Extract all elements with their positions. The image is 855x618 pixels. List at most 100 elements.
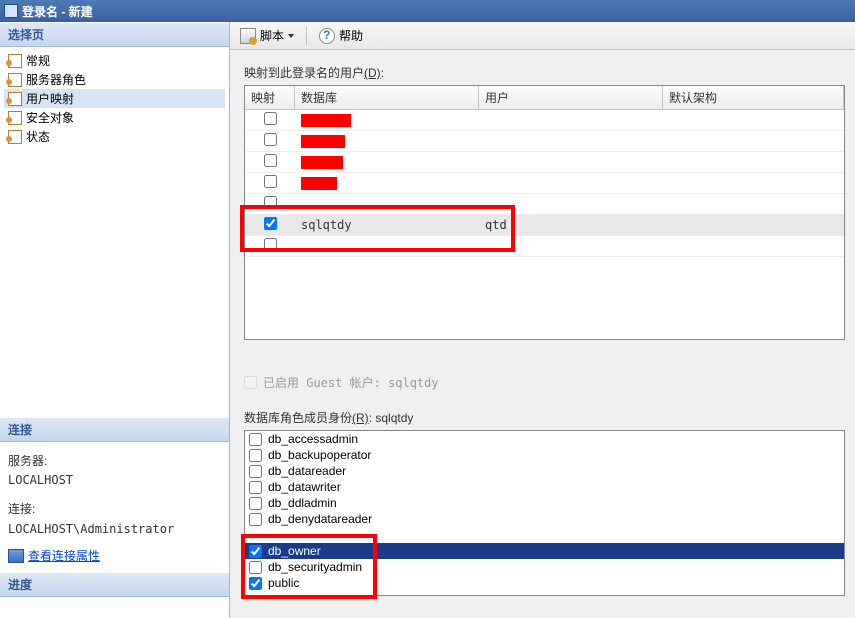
role-checkbox[interactable]	[249, 433, 262, 446]
cell-map[interactable]	[245, 175, 295, 191]
table-row[interactable]	[245, 194, 844, 215]
guest-checkbox	[244, 376, 257, 389]
role-checkbox[interactable]	[249, 449, 262, 462]
guest-label: 已启用 Guest 帐户: sqlqtdy	[263, 374, 439, 391]
role-item[interactable]: db_backupoperator	[245, 447, 844, 463]
cell-map[interactable]	[245, 133, 295, 149]
table-row[interactable]	[245, 236, 844, 257]
role-item[interactable]: db_denydatareader	[245, 511, 844, 527]
table-row[interactable]: sqlqtdyqtd	[245, 215, 844, 236]
link-icon	[8, 549, 24, 563]
chevron-down-icon	[288, 34, 294, 38]
cell-map[interactable]	[245, 217, 295, 233]
role-item[interactable]: db_datareader	[245, 463, 844, 479]
map-checkbox[interactable]	[264, 112, 277, 125]
page-label: 状态	[26, 128, 50, 145]
grid-header: 映射 数据库 用户 默认架构	[245, 86, 844, 110]
role-item[interactable]: public	[245, 575, 844, 591]
table-row[interactable]	[245, 131, 844, 152]
select-page-header: 选择页	[0, 22, 229, 47]
help-button[interactable]: 帮助	[315, 25, 367, 46]
roles-list[interactable]: db_accessadmin db_backupoperatordb_datare…	[244, 430, 845, 596]
grid-body: sqlqtdyqtd	[245, 110, 844, 257]
redacted-text	[301, 177, 337, 190]
cell-db[interactable]	[295, 113, 479, 127]
role-item[interactable]: db_ddladmin	[245, 495, 844, 511]
role-checkbox[interactable]	[249, 465, 262, 478]
page-general[interactable]: 常规	[4, 51, 225, 70]
role-checkbox[interactable]	[249, 545, 262, 558]
page-label: 用户映射	[26, 90, 74, 107]
page-label: 常规	[26, 52, 50, 69]
cell-map[interactable]	[245, 112, 295, 128]
window-titlebar: 登录名 - 新建	[0, 0, 855, 22]
map-checkbox[interactable]	[264, 154, 277, 167]
role-checkbox[interactable]	[249, 481, 262, 494]
view-connection-props-link[interactable]: 查看连接属性	[8, 547, 221, 566]
role-checkbox[interactable]	[249, 561, 262, 574]
left-panel: 选择页 常规 服务器角色 用户映射 安全对象 状态 连接	[0, 22, 230, 618]
role-name: db_owner	[268, 544, 321, 558]
col-schema[interactable]: 默认架构	[663, 86, 844, 109]
table-row[interactable]	[245, 110, 844, 131]
col-map[interactable]: 映射	[245, 86, 295, 109]
page-securables[interactable]: 安全对象	[4, 108, 225, 127]
view-props-label: 查看连接属性	[28, 547, 100, 566]
role-name: db_securityadmin	[268, 560, 362, 574]
role-item[interactable]: db_datawriter	[245, 479, 844, 495]
map-checkbox[interactable]	[264, 238, 277, 251]
map-checkbox[interactable]	[264, 133, 277, 146]
cell-map[interactable]	[245, 196, 295, 212]
col-user[interactable]: 用户	[479, 86, 663, 109]
progress-header: 进度	[0, 572, 229, 597]
conn-value: LOCALHOST\Administrator	[8, 520, 221, 539]
table-row[interactable]	[245, 173, 844, 194]
right-panel: 脚本 帮助 映射到此登录名的用户(D): 映射 数据库 用户 默认架构 sqlq	[230, 22, 855, 618]
role-name: db_backupoperator	[268, 448, 371, 462]
main-content: 映射到此登录名的用户(D): 映射 数据库 用户 默认架构 sqlqtdyqtd…	[230, 50, 855, 618]
mapping-label: 映射到此登录名的用户(D):	[244, 64, 845, 81]
page-server-roles[interactable]: 服务器角色	[4, 70, 225, 89]
map-checkbox[interactable]	[264, 196, 277, 209]
window-icon	[4, 4, 18, 18]
guest-enabled-checkbox: 已启用 Guest 帐户: sqlqtdy	[244, 374, 845, 391]
role-name: db_datawriter	[268, 480, 341, 494]
connection-header: 连接	[0, 417, 229, 442]
mapping-grid[interactable]: 映射 数据库 用户 默认架构 sqlqtdyqtd	[244, 85, 845, 340]
roles-label: 数据库角色成员身份(R): sqlqtdy	[244, 409, 845, 426]
role-item[interactable]: db_owner	[245, 543, 844, 559]
page-icon	[6, 111, 22, 125]
page-status[interactable]: 状态	[4, 127, 225, 146]
cell-db[interactable]	[295, 155, 479, 169]
page-icon	[6, 73, 22, 87]
toolbar: 脚本 帮助	[230, 22, 855, 50]
role-name: db_accessadmin	[268, 432, 358, 446]
cell-db[interactable]: sqlqtdy	[295, 218, 479, 232]
redacted-text	[301, 135, 345, 148]
page-label: 服务器角色	[26, 71, 86, 88]
cell-db[interactable]	[295, 134, 479, 148]
role-checkbox[interactable]	[249, 497, 262, 510]
help-label: 帮助	[339, 27, 363, 44]
cell-db[interactable]	[295, 176, 479, 190]
page-label: 安全对象	[26, 109, 74, 126]
script-label: 脚本	[260, 27, 284, 44]
role-checkbox[interactable]	[249, 577, 262, 590]
role-checkbox[interactable]	[249, 513, 262, 526]
role-item[interactable]: db_securityadmin	[245, 559, 844, 575]
cell-map[interactable]	[245, 154, 295, 170]
map-checkbox[interactable]	[264, 217, 277, 230]
col-db[interactable]: 数据库	[295, 86, 479, 109]
page-user-mapping[interactable]: 用户映射	[4, 89, 225, 108]
cell-map[interactable]	[245, 238, 295, 254]
map-checkbox[interactable]	[264, 175, 277, 188]
table-row[interactable]	[245, 152, 844, 173]
script-button[interactable]: 脚本	[236, 25, 298, 46]
connection-info: 服务器: LOCALHOST 连接: LOCALHOST\Administrat…	[0, 442, 229, 572]
cell-user[interactable]: qtd	[479, 218, 663, 232]
redacted-text	[301, 156, 343, 169]
page-icon	[6, 130, 22, 144]
redacted-text	[301, 114, 351, 127]
window-title: 登录名 - 新建	[22, 3, 93, 20]
role-item[interactable]: db_accessadmin	[245, 431, 844, 447]
